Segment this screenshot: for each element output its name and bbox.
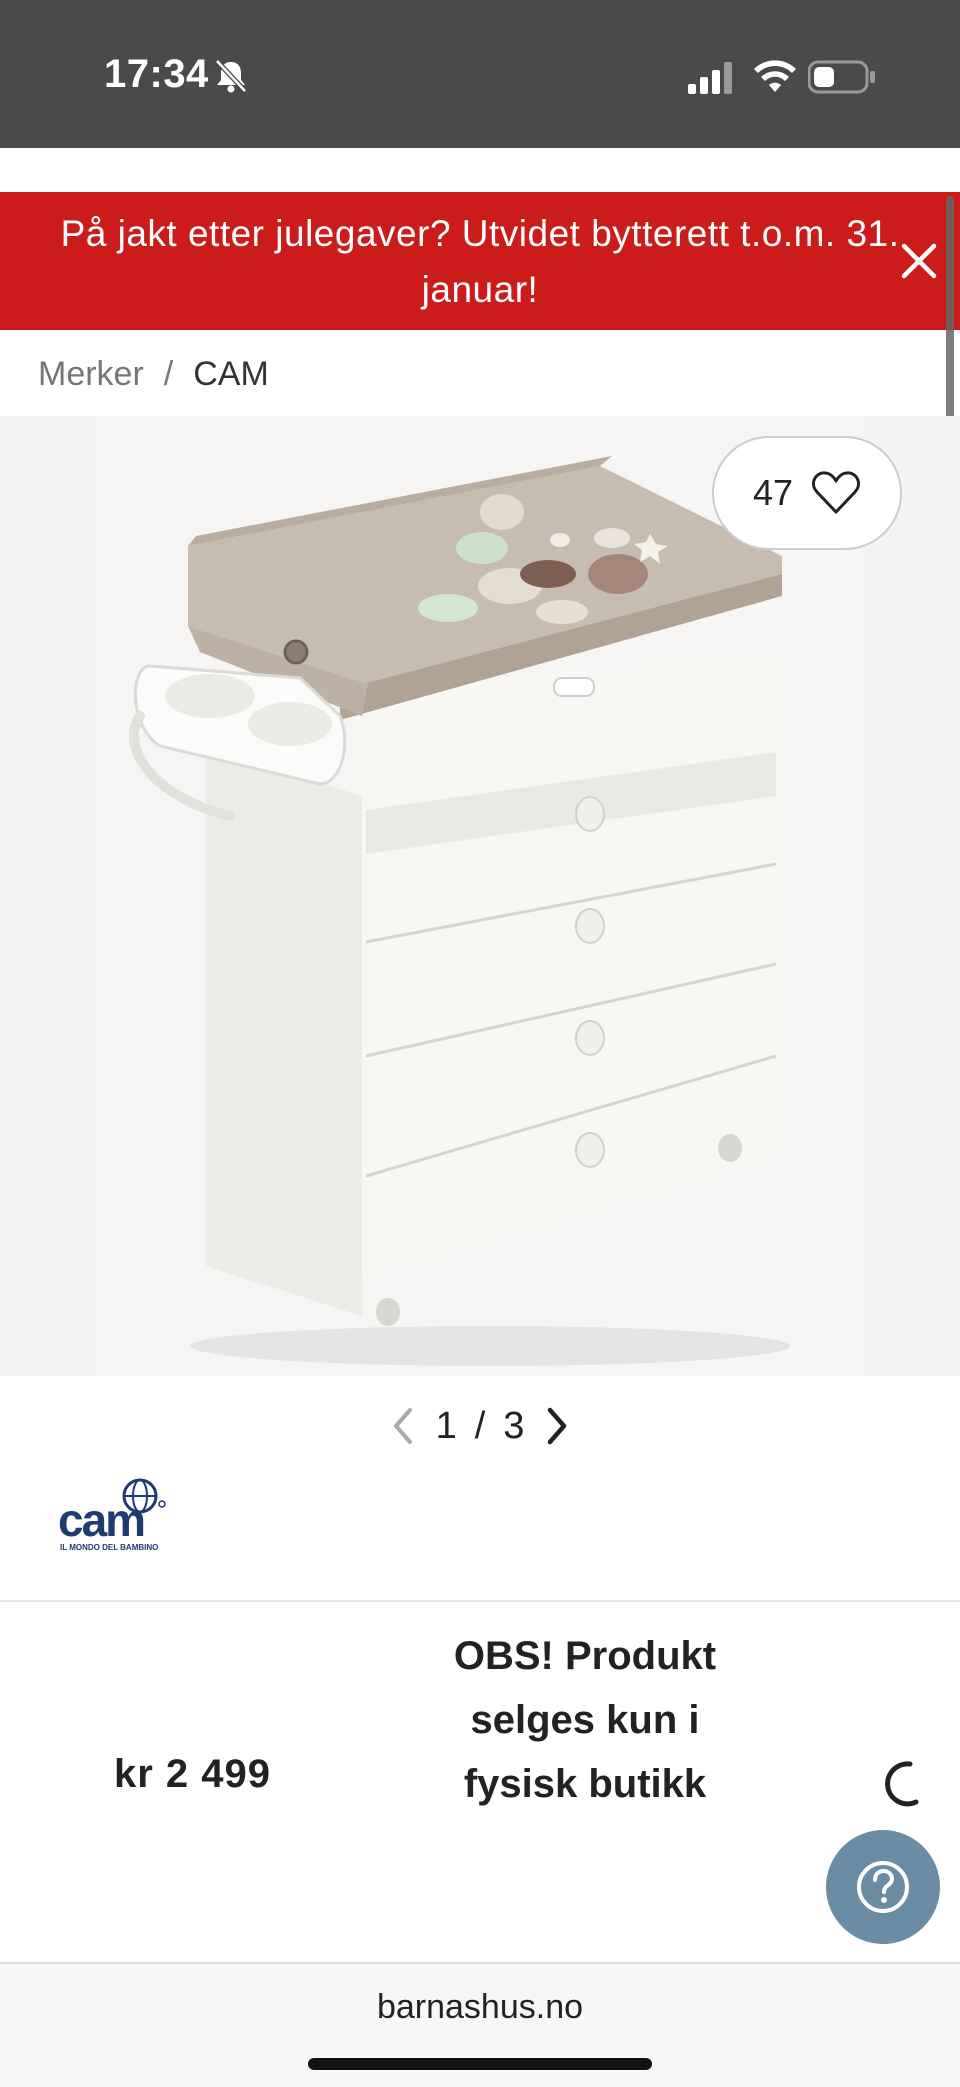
product-price: kr 2 499: [114, 1752, 272, 1796]
svg-text:IL MONDO DEL BAMBINO: IL MONDO DEL BAMBINO: [60, 1543, 158, 1552]
bell-off-icon: [215, 59, 247, 93]
browser-address-bar[interactable]: barnashus.no: [0, 1962, 960, 2087]
status-time: 17:34: [104, 52, 209, 96]
section-divider: [0, 1600, 960, 1602]
pager-total: 3: [503, 1404, 525, 1447]
close-icon[interactable]: [894, 236, 944, 286]
address-url[interactable]: barnashus.no: [0, 1988, 960, 2027]
product-image[interactable]: [0, 416, 960, 1376]
wifi-icon: [754, 60, 796, 92]
like-button[interactable]: 47: [712, 436, 902, 550]
breadcrumb-current: CAM: [193, 354, 269, 393]
pager-current: 1: [435, 1404, 457, 1447]
gallery-pager: 1 / 3: [0, 1398, 960, 1454]
battery-icon: [808, 60, 875, 94]
status-bar: 17:34: [0, 0, 960, 148]
brand-logo[interactable]: cam IL MONDO DEL BAMBINO: [58, 1474, 170, 1554]
header-spacer: [0, 148, 960, 192]
promo-text: På jakt etter julegaver? Utvidet byttere…: [60, 213, 900, 310]
store-only-notice: OBS! Produkt selges kun i fysisk butikk: [453, 1634, 717, 1806]
promo-banner: På jakt etter julegaver? Utvidet byttere…: [0, 192, 960, 330]
heart-icon: [812, 471, 860, 514]
chevron-left-icon[interactable]: [388, 1404, 418, 1448]
chevron-right-icon[interactable]: [542, 1404, 572, 1448]
breadcrumb-link-merker[interactable]: Merker: [38, 355, 144, 394]
svg-text:cam: cam: [58, 1494, 144, 1546]
pager-separator: /: [474, 1404, 486, 1447]
like-count: 47: [752, 472, 794, 513]
loading-spinner-icon: [885, 1761, 919, 1807]
breadcrumb: Merker / CAM: [38, 350, 269, 398]
cellular-signal-icon: [688, 62, 732, 94]
home-indicator: [308, 2058, 652, 2070]
changing-table-dresser-illustration: [96, 416, 864, 1376]
breadcrumb-separator: /: [163, 354, 174, 393]
help-button[interactable]: [826, 1830, 940, 1944]
help-icon: [857, 1861, 909, 1913]
